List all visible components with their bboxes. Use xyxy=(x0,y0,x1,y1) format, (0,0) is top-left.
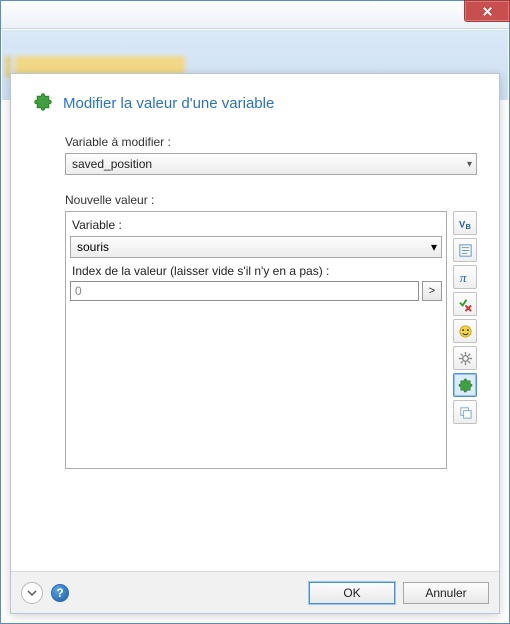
chevron-down-icon: ▾ xyxy=(467,159,472,170)
tool-emoji[interactable] xyxy=(453,319,477,343)
ok-label: OK xyxy=(343,586,360,600)
value-variable-select[interactable]: souris ▾ xyxy=(70,236,442,258)
index-row: > xyxy=(70,281,442,301)
dialog-header: Modifier la valeur d'une variable xyxy=(33,92,477,115)
index-input[interactable] xyxy=(70,281,419,301)
svg-text:π: π xyxy=(459,270,466,285)
chevron-down-icon: ▾ xyxy=(431,240,437,254)
dialog-title: Modifier la valeur d'une variable xyxy=(63,95,274,112)
window: Modifier la valeur d'une variable Variab… xyxy=(0,0,510,624)
type-label: Variable : xyxy=(72,218,122,232)
index-go-button[interactable]: > xyxy=(422,281,442,301)
panel-area: Variable : souris ▾ Index de la valeur (… xyxy=(65,211,477,469)
go-label: > xyxy=(429,285,435,297)
dialog-card: Modifier la valeur d'une variable Variab… xyxy=(10,73,500,614)
puzzle-icon xyxy=(33,92,53,115)
variable-select-value: saved_position xyxy=(72,157,152,171)
tool-settings[interactable] xyxy=(453,346,477,370)
cancel-label: Annuler xyxy=(425,586,466,600)
check-x-icon xyxy=(458,297,473,312)
value-panel: Variable : souris ▾ Index de la valeur (… xyxy=(65,211,447,469)
titlebar xyxy=(1,1,509,29)
copy-icon xyxy=(458,405,473,420)
index-label: Index de la valeur (laisser vide s'il n'… xyxy=(70,262,442,281)
value-variable-select-value: souris xyxy=(77,240,109,254)
tool-math[interactable]: π xyxy=(453,265,477,289)
face-icon xyxy=(458,324,473,339)
close-icon xyxy=(482,6,493,17)
tool-vb[interactable]: VB xyxy=(453,211,477,235)
help-button[interactable]: ? xyxy=(51,584,69,602)
pi-icon: π xyxy=(458,270,473,285)
newvalue-label: Nouvelle valeur : xyxy=(65,193,477,207)
variable-select[interactable]: saved_position ▾ xyxy=(65,153,477,175)
help-label: ? xyxy=(56,586,63,600)
tool-copy[interactable] xyxy=(453,400,477,424)
vb-icon: VB xyxy=(458,216,473,231)
cancel-button[interactable]: Annuler xyxy=(403,582,489,604)
tool-variable[interactable] xyxy=(453,373,477,397)
svg-text:B: B xyxy=(465,222,471,231)
dialog-body: Modifier la valeur d'une variable Variab… xyxy=(11,74,499,571)
puzzle-icon xyxy=(458,378,473,393)
gear-icon xyxy=(458,351,473,366)
tool-validate[interactable] xyxy=(453,292,477,316)
variable-label: Variable à modifier : xyxy=(65,135,477,149)
close-button[interactable] xyxy=(464,0,510,22)
button-bar: ? OK Annuler xyxy=(11,571,499,613)
text-icon xyxy=(458,243,473,258)
tool-text[interactable] xyxy=(453,238,477,262)
toolbar-column: VB π xyxy=(453,211,477,469)
expand-button[interactable] xyxy=(21,582,43,604)
type-row: Variable : xyxy=(70,216,442,236)
ok-button[interactable]: OK xyxy=(309,582,395,604)
chevron-down-icon xyxy=(27,588,37,598)
